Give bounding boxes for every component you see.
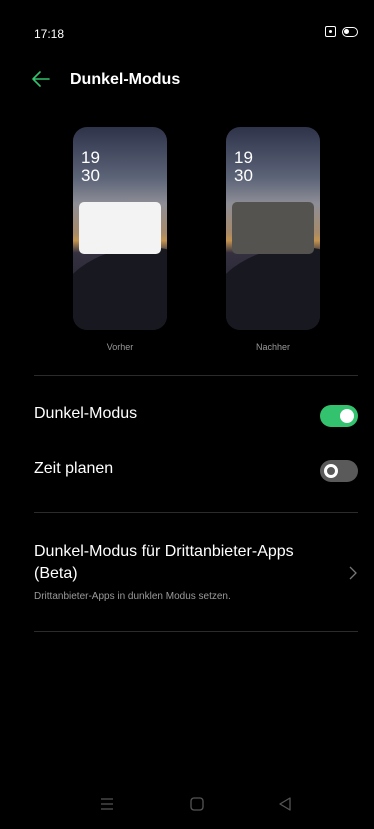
preview-clock: 19 30 — [234, 149, 253, 185]
back-button[interactable] — [28, 66, 54, 92]
screen: 17:18 Dunkel-Modus 19 30 19 30 Vorher Na… — [0, 0, 374, 829]
preview-clock: 19 30 — [81, 149, 100, 185]
clock-minute: 30 — [234, 166, 253, 185]
chevron-right-icon — [349, 566, 357, 580]
divider — [34, 512, 358, 513]
divider — [34, 375, 358, 376]
header: Dunkel-Modus — [0, 62, 374, 98]
status-time: 17:18 — [34, 27, 65, 41]
page-title: Dunkel-Modus — [70, 71, 181, 88]
nav-menu-button[interactable] — [98, 795, 116, 813]
preview-before-phone: 19 30 — [73, 127, 167, 330]
battery-icon — [342, 26, 358, 37]
dark-mode-toggle[interactable] — [320, 405, 358, 427]
schedule-row[interactable]: Zeit planen — [34, 460, 358, 486]
nfc-icon — [325, 26, 336, 37]
navigation-bar — [0, 781, 374, 829]
back-icon — [279, 797, 291, 811]
preview-after-phone: 19 30 — [226, 127, 320, 330]
preview-card-dark — [232, 202, 314, 254]
menu-icon — [101, 798, 113, 810]
clock-hour: 19 — [81, 148, 100, 167]
third-party-dark-mode-item[interactable]: Dunkel-Modus für Drittanbieter-Apps (Bet… — [34, 541, 358, 602]
clock-minute: 30 — [81, 166, 100, 185]
divider — [34, 631, 358, 632]
schedule-label: Zeit planen — [34, 460, 114, 477]
preview-card-light — [79, 202, 161, 254]
arrow-left-icon — [32, 71, 50, 87]
nav-back-button[interactable] — [276, 795, 294, 813]
home-icon — [190, 797, 204, 811]
clock-hour: 19 — [234, 148, 253, 167]
preview-after-label: Nachher — [255, 342, 291, 352]
schedule-toggle[interactable] — [320, 460, 358, 482]
dark-mode-row[interactable]: Dunkel-Modus — [34, 405, 358, 431]
dark-mode-label: Dunkel-Modus — [34, 405, 138, 422]
toggle-knob — [324, 464, 338, 478]
wallpaper-hill — [226, 247, 320, 330]
preview-before-label: Vorher — [106, 342, 134, 352]
nav-home-button[interactable] — [188, 795, 206, 813]
third-party-title: Dunkel-Modus für Drittanbieter-Apps (Bet… — [34, 543, 294, 582]
status-bar: 17:18 — [0, 0, 374, 66]
toggle-knob — [340, 409, 354, 423]
status-icons — [325, 26, 358, 37]
wallpaper-hill — [73, 247, 167, 330]
third-party-subtitle: Drittanbieter-Apps in dunklen Modus setz… — [34, 591, 231, 602]
theme-preview: 19 30 19 30 Vorher Nachher — [0, 127, 374, 357]
